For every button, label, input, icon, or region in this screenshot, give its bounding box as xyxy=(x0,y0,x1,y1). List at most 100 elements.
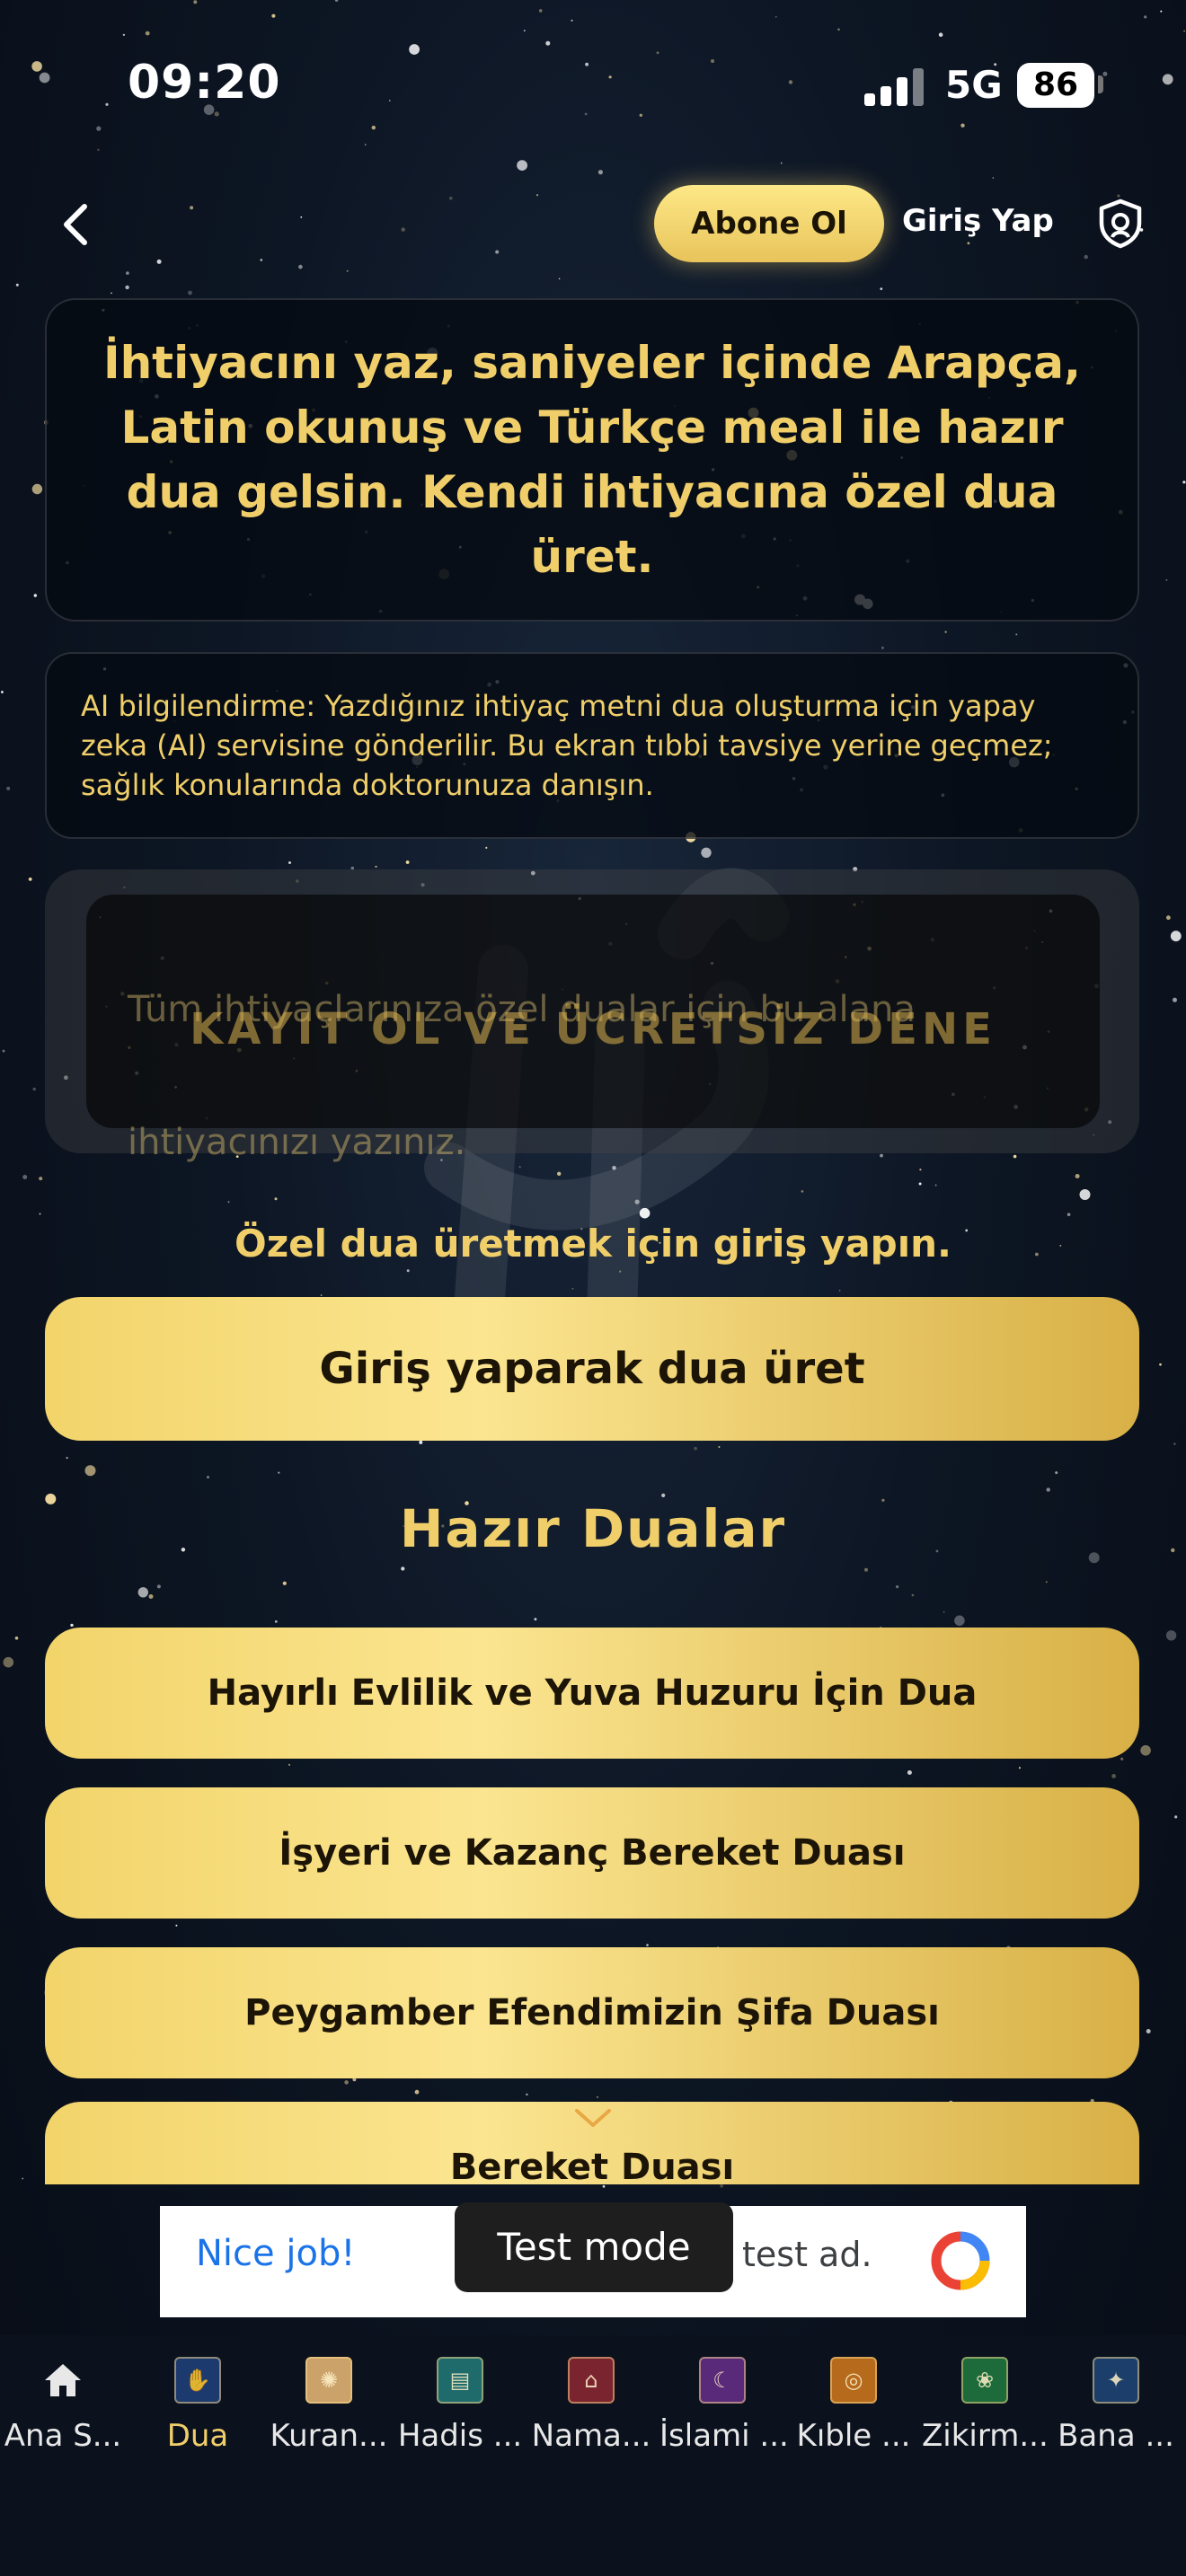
login-generate-prayer-button[interactable]: Giriş yaparak dua üret xyxy=(45,1297,1139,1441)
star xyxy=(282,1581,287,1585)
lantern-icon: ✦ xyxy=(1093,2357,1139,2404)
star xyxy=(31,483,43,495)
subscribe-button[interactable]: Abone Ol xyxy=(654,185,884,262)
star xyxy=(278,1471,280,1474)
nav-item-hadith[interactable]: ▤ Hadis ... xyxy=(397,2357,523,2454)
nav-item-quran[interactable]: ✺ Kuran... xyxy=(266,2357,392,2454)
star xyxy=(639,1207,651,1219)
nav-label: Hadis ... xyxy=(397,2418,523,2454)
nav-item-dhikr[interactable]: ❀ Zikirm... xyxy=(922,2357,1049,2454)
test-mode-badge: Test mode xyxy=(455,2202,733,2292)
star xyxy=(718,1446,721,1448)
star xyxy=(344,2080,349,2085)
star xyxy=(571,1287,574,1290)
ad-logo-icon xyxy=(931,2231,990,2290)
star xyxy=(495,250,500,254)
prayer-item-marriage[interactable]: Hayırlı Evlilik ve Yuva Huzuru İçin Dua xyxy=(45,1628,1139,1759)
star xyxy=(596,2095,599,2098)
star xyxy=(6,786,11,790)
star xyxy=(39,1213,41,1215)
nav-item-prayer-times[interactable]: ⌂ Nama... xyxy=(528,2357,654,2454)
signup-trial-overlay[interactable]: KAYIT OL VE ÜCRETSİZ DENE xyxy=(86,1004,1100,1054)
nav-item-more[interactable]: ✦ Bana ... xyxy=(1053,2357,1179,2454)
nav-item-home[interactable]: Ana S... xyxy=(0,2357,126,2454)
star xyxy=(485,846,488,850)
star xyxy=(449,196,453,200)
star xyxy=(126,271,129,275)
star xyxy=(288,861,291,864)
star xyxy=(619,1270,622,1273)
star xyxy=(646,1944,649,1946)
prayer-input-container: Tüm ihtiyaçlarınıza özel dualar için bu … xyxy=(45,869,1139,1163)
back-arrow-icon[interactable] xyxy=(54,198,99,251)
star xyxy=(190,206,194,210)
nav-label: İslami ... xyxy=(659,2418,789,2454)
star xyxy=(28,878,32,881)
star xyxy=(414,2089,420,2095)
nav-item-qibla[interactable]: ◎ Kıble ... xyxy=(791,2357,916,2454)
mosque-icon: ⌂ xyxy=(568,2357,615,2404)
star xyxy=(70,1623,74,1628)
prayer-input[interactable]: Tüm ihtiyaçlarınıza özel dualar için bu … xyxy=(86,895,1100,1163)
nav-label: Kuran... xyxy=(270,2418,388,2454)
star xyxy=(401,1566,405,1571)
chevron-down-icon[interactable] xyxy=(571,2105,615,2130)
star xyxy=(1111,1774,1116,1778)
star xyxy=(896,1585,899,1589)
star xyxy=(148,1594,154,1599)
star xyxy=(1055,1471,1058,1475)
star xyxy=(207,1476,209,1478)
home-icon xyxy=(45,2364,81,2396)
star xyxy=(881,646,884,649)
star xyxy=(156,259,162,264)
nav-label: Zikirm... xyxy=(922,2418,1049,2454)
ad-left-text: Nice job! xyxy=(196,2233,356,2274)
network-type: 5G xyxy=(945,63,1003,107)
star xyxy=(1140,1745,1151,1756)
login-hint-text: Özel dua üretmek için giriş yapın. xyxy=(235,1222,951,1266)
star xyxy=(346,269,349,272)
star xyxy=(2,1049,5,1053)
nav-item-islamic[interactable]: ☾ İslami ... xyxy=(659,2357,789,2454)
star xyxy=(1045,1581,1048,1584)
star xyxy=(1146,2029,1151,2033)
star xyxy=(22,1175,28,1179)
star xyxy=(137,1587,148,1598)
nav-item-dua[interactable]: ✋ Dua xyxy=(135,2357,261,2454)
star xyxy=(320,1294,323,1296)
star xyxy=(300,216,303,218)
star xyxy=(66,1457,68,1460)
prayer-item-healing[interactable]: Peygamber Efendimizin Şifa Duası xyxy=(45,1947,1139,2078)
star xyxy=(1018,1767,1021,1769)
star xyxy=(1120,1757,1124,1760)
ai-notice-text: AI bilgilendirme: Yazdığınız ihtiyaç met… xyxy=(81,689,1053,802)
intro-text: İhtiyacını yaz, saniyeler içinde Arapça,… xyxy=(102,337,1082,583)
battery-icon: 86 xyxy=(1017,63,1094,108)
star xyxy=(288,1763,291,1766)
compass-icon: ◎ xyxy=(830,2357,877,2404)
star xyxy=(701,847,712,858)
nav-label: Nama... xyxy=(531,2418,651,2454)
star xyxy=(33,594,37,597)
star xyxy=(1165,578,1168,581)
login-link[interactable]: Giriş Yap xyxy=(902,203,1054,239)
nav-label: Ana S... xyxy=(4,2418,122,2454)
star xyxy=(720,2183,723,2188)
star xyxy=(111,292,112,295)
star xyxy=(602,2184,606,2188)
nav-label: Kıble ... xyxy=(796,2418,911,2454)
crescent-icon: ☾ xyxy=(699,2357,746,2404)
star xyxy=(1173,997,1177,1002)
star xyxy=(156,1584,161,1589)
prayer-item-workplace[interactable]: İşyeri ve Kazanç Bereket Duası xyxy=(45,1787,1139,1919)
star xyxy=(1084,254,1088,260)
star xyxy=(298,264,303,269)
star xyxy=(84,1465,96,1477)
ready-prayers-title: Hazır Dualar xyxy=(399,1498,787,1559)
shield-icon[interactable] xyxy=(1094,198,1146,250)
nav-label: Bana ... xyxy=(1058,2418,1174,2454)
star xyxy=(944,631,947,633)
star xyxy=(1,691,4,693)
star xyxy=(175,1924,178,1927)
status-bar: 09:20 5G 86 xyxy=(0,0,1186,171)
